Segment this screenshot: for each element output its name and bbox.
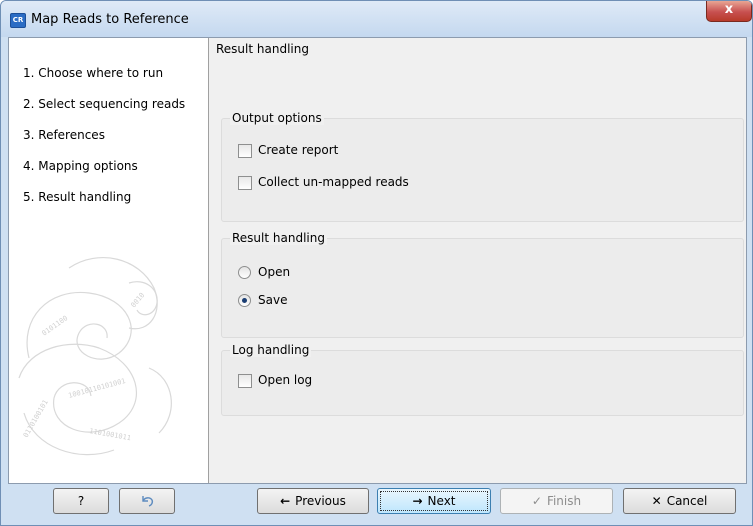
- arrow-left-icon: ←: [280, 494, 291, 508]
- output-options-label: Output options: [230, 111, 324, 125]
- open-label[interactable]: Open: [258, 265, 290, 279]
- result-handling-label: Result handling: [230, 231, 327, 245]
- wizard-content: Result handling Output options Create re…: [209, 38, 746, 483]
- finish-label: Finish: [546, 494, 582, 508]
- svg-text:10010110101001: 10010110101001: [67, 377, 126, 400]
- svg-text:1101001011: 1101001011: [89, 427, 132, 442]
- dialog-window: CR Map Reads to Reference x 1. Choose wh…: [0, 0, 753, 526]
- open-log-label[interactable]: Open log: [258, 373, 312, 387]
- open-radio[interactable]: [238, 266, 251, 279]
- step-references: 3. References: [23, 128, 105, 142]
- create-report-checkbox[interactable]: [238, 144, 252, 158]
- collect-unmapped-label[interactable]: Collect un-mapped reads: [258, 175, 409, 189]
- output-options-group: Output options Create report Collect un-…: [221, 111, 744, 222]
- window-title: Map Reads to Reference: [31, 12, 189, 27]
- create-report-label[interactable]: Create report: [258, 143, 338, 157]
- collect-unmapped-checkbox[interactable]: [238, 176, 252, 190]
- dialog-body: 1. Choose where to run 2. Select sequenc…: [8, 37, 747, 484]
- cancel-button[interactable]: ✕ Cancel: [623, 488, 736, 514]
- help-label: ?: [77, 494, 85, 508]
- decorative-swirl-graphic: 0101100 10010110101001 0110100101 110100…: [18, 257, 172, 456]
- cancel-x-icon: ✕: [651, 494, 662, 508]
- log-handling-label: Log handling: [230, 343, 312, 357]
- svg-text:0101100: 0101100: [41, 314, 70, 337]
- previous-button[interactable]: ← Previous: [257, 488, 369, 514]
- title-bar[interactable]: CR Map Reads to Reference x: [1, 1, 752, 37]
- finish-button[interactable]: ✓ Finish: [500, 488, 613, 514]
- close-icon: x: [724, 2, 734, 17]
- log-handling-group: Log handling Open log: [221, 343, 744, 416]
- close-button[interactable]: x: [706, 1, 752, 22]
- reset-button[interactable]: [119, 488, 175, 514]
- cancel-label: Cancel: [666, 494, 708, 508]
- focus-ring: [380, 491, 488, 511]
- step-mapping-options: 4. Mapping options: [23, 159, 138, 173]
- wizard-steps-sidebar: 1. Choose where to run 2. Select sequenc…: [9, 38, 209, 483]
- step-result-handling: 5. Result handling: [23, 190, 132, 204]
- open-log-checkbox[interactable]: [238, 374, 252, 388]
- radio-selected-dot: [242, 298, 247, 303]
- app-icon: CR: [10, 13, 26, 28]
- help-button[interactable]: ?: [53, 488, 109, 514]
- step-select-sequencing-reads: 2. Select sequencing reads: [23, 97, 186, 111]
- save-radio[interactable]: [238, 294, 251, 307]
- next-button[interactable]: → Next: [377, 488, 491, 514]
- save-label[interactable]: Save: [258, 293, 287, 307]
- svg-text:0010: 0010: [129, 291, 146, 309]
- checkmark-icon: ✓: [531, 494, 542, 508]
- result-handling-group: Result handling Open Save: [221, 231, 744, 338]
- previous-label: Previous: [295, 494, 346, 508]
- undo-icon: [142, 496, 154, 507]
- step-choose-where-to-run: 1. Choose where to run: [23, 66, 164, 80]
- page-title: Result handling: [216, 42, 309, 56]
